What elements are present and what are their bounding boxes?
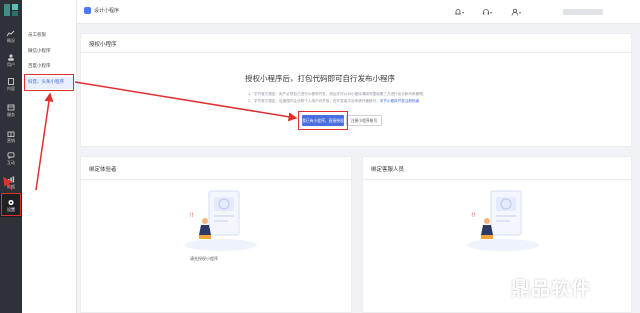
service-icon: [7, 104, 15, 110]
rail-item-service[interactable]: 服务: [0, 98, 22, 122]
tester-panel: 绑定体验者 !! 请先授权小程序: [80, 156, 352, 313]
user-menu-button[interactable]: ▾: [511, 8, 523, 16]
svg-text:!!: !!: [189, 212, 194, 219]
data-icon: [8, 176, 15, 182]
panel-title: 授权小程序: [89, 42, 117, 48]
app-window: 概况 用户 内容 服务 营销 互动 数据 设置 员工权限 微信小程序 百度小程序…: [0, 0, 640, 313]
empty-state-illustration: !!: [467, 190, 539, 251]
highlight-box-settings: [1, 193, 21, 216]
rail-label: 服务: [7, 111, 15, 117]
app-icon: [84, 7, 91, 14]
watermark-logo-icon: [457, 267, 507, 307]
submenu-item-staff[interactable]: 员工权限: [25, 30, 75, 42]
notification-button[interactable]: ▾: [454, 8, 466, 16]
watermark-text: 鼎品软件: [511, 277, 592, 300]
register-guide-link[interactable]: 字节小程序开发注册指南: [380, 99, 420, 103]
highlight-box-authorize: [298, 111, 348, 130]
app-switcher[interactable]: 设计小程序: [84, 7, 119, 14]
rail-item-users[interactable]: 用户: [0, 48, 22, 72]
rail-label: 营销: [7, 137, 15, 143]
rail-item-marketing[interactable]: 营销: [0, 124, 22, 148]
divider: [81, 179, 351, 180]
headset-icon: [483, 9, 489, 15]
submenu-item-wechat[interactable]: 微信小程序: [25, 46, 75, 58]
rail-label: 互动: [7, 159, 15, 165]
settings-submenu: 员工权限 微信小程序 百度小程序 抖音、头条小程序: [22, 0, 77, 313]
rail-item-data[interactable]: 数据: [0, 170, 22, 194]
gift-icon: [7, 131, 15, 137]
panel-title: 绑定体验者: [89, 167, 117, 173]
rail-label: 用户: [7, 61, 15, 67]
app-name: 设计小程序: [94, 8, 120, 14]
highlight-box-douyin: [24, 74, 74, 91]
app-logo-icon: [4, 4, 18, 16]
rail-item-interaction[interactable]: 互动: [0, 146, 22, 170]
authorize-panel: 授权小程序: [80, 33, 632, 147]
user-icon: [511, 8, 519, 16]
top-bar: 设计小程序 ▾ ▾ ▾: [77, 0, 640, 24]
register-account-button[interactable]: 注册小程序账号: [346, 115, 382, 126]
users-icon: [8, 53, 14, 61]
submenu-item-baidu[interactable]: 百度小程序: [25, 61, 75, 73]
authorize-headline: 授权小程序后，打包代码即可自行发布小程序: [245, 74, 395, 83]
note-line-2: 2、字节官方规定：百度国内企业和个人用户均开放，在开发者平台申请开通即可。字节小…: [248, 99, 420, 103]
support-button[interactable]: ▾: [482, 8, 494, 16]
svg-text:!!: !!: [471, 212, 476, 219]
divider: [363, 179, 631, 180]
chart-icon: [7, 30, 15, 36]
note-line-1: 1、字节官方规定：用户必须自己进行小程序开发，然后才可以对小程序调用完整版第三方…: [248, 92, 427, 96]
bell-icon: [455, 9, 461, 15]
rail-label: 数据: [7, 183, 15, 189]
panel-title: 绑定客服人员: [371, 167, 405, 173]
rail-label: 概况: [7, 37, 15, 43]
empty-state-illustration: !!: [185, 190, 257, 251]
icon-rail: 概况 用户 内容 服务 营销 互动 数据 设置: [0, 0, 22, 313]
divider: [81, 52, 631, 53]
watermark: 鼎品软件: [457, 267, 591, 307]
rail-label: 内容: [7, 85, 15, 91]
account-name[interactable]: [563, 9, 603, 15]
chat-icon: [7, 151, 15, 159]
authorize-first-caption: 请先授权小程序: [190, 256, 218, 261]
rail-item-overview[interactable]: 概况: [0, 24, 22, 48]
